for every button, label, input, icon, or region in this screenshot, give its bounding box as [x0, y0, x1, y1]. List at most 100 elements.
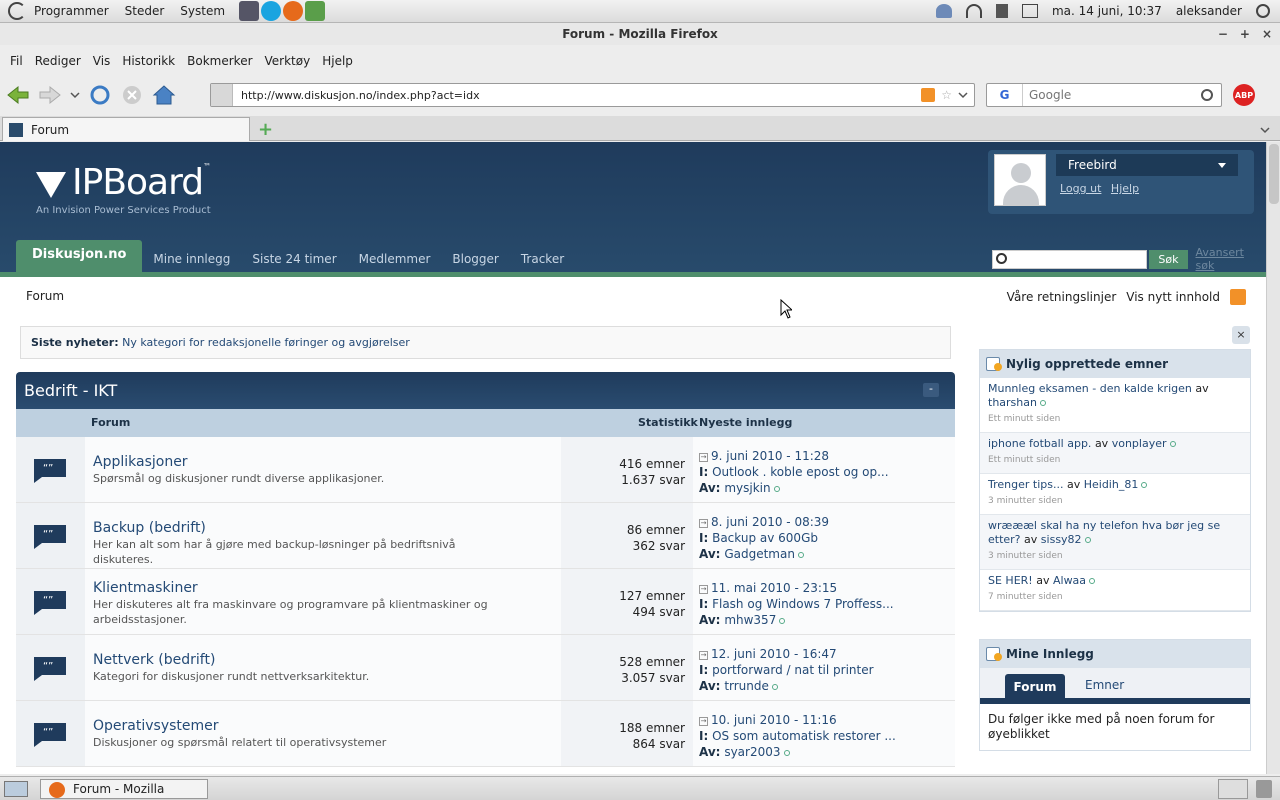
latest-author-link[interactable]: mhw357: [724, 613, 776, 627]
menu-system[interactable]: System: [172, 4, 233, 18]
menu-historikk[interactable]: Historikk: [116, 54, 181, 68]
nav-tracker[interactable]: Tracker: [510, 243, 575, 275]
forum-name[interactable]: Operativsystemer: [93, 718, 219, 734]
tab-forum[interactable]: Forum: [1005, 674, 1065, 702]
tab-emner[interactable]: Emner: [1085, 678, 1124, 692]
menu-bokmerker[interactable]: Bokmerker: [181, 54, 258, 68]
latest-author-link[interactable]: mysjkin: [724, 481, 770, 495]
profile-card-icon[interactable]: [797, 552, 804, 558]
menu-verktoy[interactable]: Verktøy: [259, 54, 317, 68]
latest-date[interactable]: 10. juni 2010 - 11:16: [711, 713, 837, 727]
power-icon[interactable]: [1256, 4, 1270, 18]
go-to-last-post-icon[interactable]: →: [699, 717, 708, 726]
stop-icon[interactable]: [118, 81, 146, 109]
latest-thread-link[interactable]: Outlook . koble epost og op...: [712, 465, 888, 479]
volume-icon[interactable]: [995, 4, 1008, 18]
home-icon[interactable]: [150, 81, 178, 109]
forum-name[interactable]: Applikasjoner: [93, 454, 188, 470]
user-menu[interactable]: aleksander: [1176, 4, 1242, 18]
tab-list-dropdown-icon[interactable]: [1260, 123, 1270, 137]
forum-name[interactable]: Nettverk (bedrift): [93, 652, 215, 668]
show-desktop-icon[interactable]: [4, 781, 28, 797]
menu-vis[interactable]: Vis: [87, 54, 117, 68]
ipboard-logo[interactable]: IPBoard™ An Invision Power Services Prod…: [36, 162, 211, 216]
vertical-scrollbar[interactable]: [1266, 142, 1280, 774]
category-title[interactable]: Bedrift - IKT: [24, 381, 117, 400]
go-to-last-post-icon[interactable]: →: [699, 651, 708, 660]
latest-thread-link[interactable]: Flash og Windows 7 Proffess...: [712, 597, 894, 611]
author-link[interactable]: Heidih_81: [1084, 478, 1139, 491]
url-bar[interactable]: http://www.diskusjon.no/index.php?act=id…: [210, 83, 975, 107]
text-editor-launcher-icon[interactable]: [239, 1, 260, 21]
profile-card-icon[interactable]: [1084, 537, 1091, 543]
menu-steder[interactable]: Steder: [117, 4, 173, 18]
latest-author-link[interactable]: Gadgetman: [724, 547, 795, 561]
topic-link[interactable]: SE HER!: [988, 574, 1033, 587]
username-dropdown[interactable]: Freebird: [1056, 154, 1238, 176]
new-content-link[interactable]: Vis nytt innhold: [1126, 290, 1220, 304]
latest-date[interactable]: 9. juni 2010 - 11:28: [711, 449, 829, 463]
search-engine-icon[interactable]: G: [987, 84, 1023, 106]
guidelines-link[interactable]: Våre retningslinjer: [1007, 290, 1117, 304]
profile-card-icon[interactable]: [771, 684, 778, 690]
author-link[interactable]: vonplayer: [1112, 437, 1167, 450]
history-dropdown-icon[interactable]: [68, 81, 82, 109]
avatar[interactable]: [994, 154, 1046, 206]
nav-siste-24-timer[interactable]: Siste 24 timer: [241, 243, 347, 275]
menu-fil[interactable]: Fil: [4, 54, 29, 68]
site-search-input[interactable]: [992, 249, 1148, 269]
forum-name[interactable]: Klientmaskiner: [93, 580, 198, 596]
author-link[interactable]: Alwaa: [1053, 574, 1086, 587]
advanced-search-link[interactable]: Avansert søk: [1196, 246, 1267, 272]
trash-icon[interactable]: [1256, 780, 1272, 798]
profile-card-icon[interactable]: [1141, 482, 1148, 488]
help-link[interactable]: Hjelp: [1111, 182, 1139, 195]
latest-date[interactable]: 8. juni 2010 - 08:39: [711, 515, 829, 529]
menu-programmer[interactable]: Programmer: [26, 4, 117, 18]
url-text[interactable]: http://www.diskusjon.no/index.php?act=id…: [233, 89, 921, 102]
nav-blogger[interactable]: Blogger: [441, 243, 509, 275]
reload-icon[interactable]: [86, 81, 114, 109]
rss-icon[interactable]: [1230, 289, 1246, 305]
nav-medlemmer[interactable]: Medlemmer: [348, 243, 442, 275]
author-link[interactable]: tharshan: [988, 396, 1037, 409]
latest-thread-link[interactable]: portforward / nat til printer: [712, 663, 873, 677]
topic-link[interactable]: iphone fotball app.: [988, 437, 1091, 450]
adblock-plus-icon[interactable]: ABP: [1233, 84, 1255, 106]
search-magnifier-icon[interactable]: [1201, 89, 1213, 101]
latest-author-link[interactable]: syar2003: [724, 745, 780, 759]
go-to-last-post-icon[interactable]: →: [699, 585, 708, 594]
pidgin-launcher-icon[interactable]: [305, 1, 326, 21]
go-to-last-post-icon[interactable]: →: [699, 453, 708, 462]
mail-icon[interactable]: [1021, 4, 1038, 18]
skype-launcher-icon[interactable]: [261, 1, 282, 21]
latest-date[interactable]: 11. mai 2010 - 23:15: [711, 581, 837, 595]
network-icon[interactable]: [965, 4, 982, 18]
minimize-icon[interactable]: −: [1218, 23, 1228, 45]
topic-link[interactable]: Trenger tips...: [988, 478, 1063, 491]
search-input[interactable]: [1023, 88, 1201, 102]
workspace-switcher[interactable]: [1218, 779, 1248, 799]
nav-diskusjon[interactable]: Diskusjon.no: [16, 240, 143, 275]
forum-name[interactable]: Backup (bedrift): [93, 520, 206, 536]
latest-author-link[interactable]: trrunde: [724, 679, 769, 693]
topic-link[interactable]: Munnleg eksamen - den kalde krigen: [988, 382, 1192, 395]
firefox-launcher-icon[interactable]: [283, 1, 304, 21]
clock[interactable]: ma. 14 juni, 10:37: [1052, 4, 1162, 18]
logout-link[interactable]: Logg ut: [1060, 182, 1101, 195]
site-identity-icon[interactable]: [211, 84, 233, 106]
profile-card-icon[interactable]: [779, 618, 786, 624]
profile-card-icon[interactable]: [1169, 441, 1176, 447]
new-tab-icon[interactable]: +: [258, 119, 273, 140]
site-search-button[interactable]: Søk: [1149, 249, 1188, 269]
profile-card-icon[interactable]: [783, 750, 790, 756]
latest-thread-link[interactable]: OS som automatisk restorer ...: [712, 729, 896, 743]
close-icon[interactable]: ×: [1262, 23, 1272, 45]
menu-hjelp[interactable]: Hjelp: [316, 54, 359, 68]
profile-card-icon[interactable]: [1089, 578, 1096, 584]
profile-card-icon[interactable]: [773, 486, 780, 492]
author-link[interactable]: sissy82: [1041, 533, 1082, 546]
topic-link[interactable]: wræææl skal ha ny telefon hva bør jeg se…: [988, 519, 1220, 546]
tab-forum[interactable]: Forum: [2, 117, 250, 141]
back-arrow-icon[interactable]: [4, 81, 32, 109]
